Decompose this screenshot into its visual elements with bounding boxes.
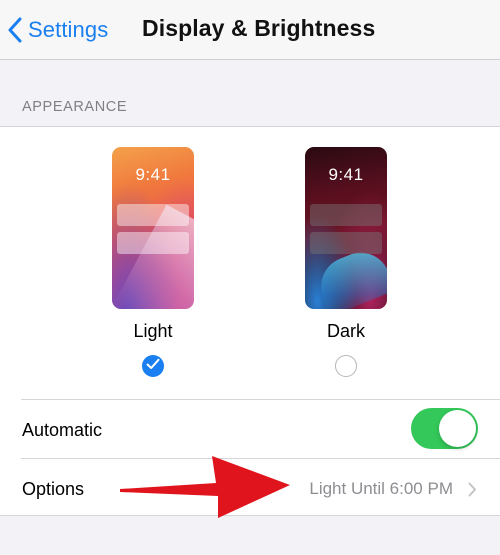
appearance-section-header: APPEARANCE bbox=[22, 99, 128, 115]
options-value: Light Until 6:00 PM bbox=[309, 479, 453, 498]
navigation-bar: Settings Display & Brightness bbox=[0, 0, 500, 60]
preview-time: 9:41 bbox=[328, 165, 364, 184]
options-label: Options bbox=[22, 479, 85, 499]
chevron-right-icon bbox=[468, 482, 477, 502]
preview-notification bbox=[310, 204, 382, 226]
dark-mode-preview: 9:41 bbox=[305, 147, 387, 309]
appearance-card: 9:41 Light 9:41 Dark Automatic Light Unt… bbox=[0, 126, 500, 516]
toggle-knob bbox=[439, 410, 476, 447]
preview-notification bbox=[310, 232, 382, 254]
automatic-toggle[interactable] bbox=[411, 408, 478, 449]
appearance-option-label: Dark bbox=[326, 321, 365, 341]
checkmark-icon bbox=[146, 357, 160, 375]
appearance-option-label: Light bbox=[133, 321, 173, 341]
preview-time: 9:41 bbox=[135, 165, 171, 184]
dark-radio-unselected[interactable] bbox=[335, 355, 357, 377]
preview-notification bbox=[117, 204, 189, 226]
back-button[interactable]: Settings bbox=[8, 14, 108, 46]
light-radio-selected[interactable] bbox=[142, 355, 164, 377]
back-button-label: Settings bbox=[28, 17, 109, 42]
divider bbox=[21, 399, 500, 400]
appearance-option-light[interactable]: 9:41 Light bbox=[112, 147, 194, 377]
display-brightness-screen: Settings Display & Brightness APPEARANCE… bbox=[0, 0, 500, 555]
light-mode-preview: 9:41 bbox=[112, 147, 194, 309]
appearance-option-dark[interactable]: 9:41 Dark bbox=[305, 147, 387, 377]
page-title: Display & Brightness bbox=[142, 15, 376, 41]
automatic-label: Automatic bbox=[22, 420, 103, 440]
chevron-left-icon bbox=[8, 17, 22, 43]
preview-notification bbox=[117, 232, 189, 254]
